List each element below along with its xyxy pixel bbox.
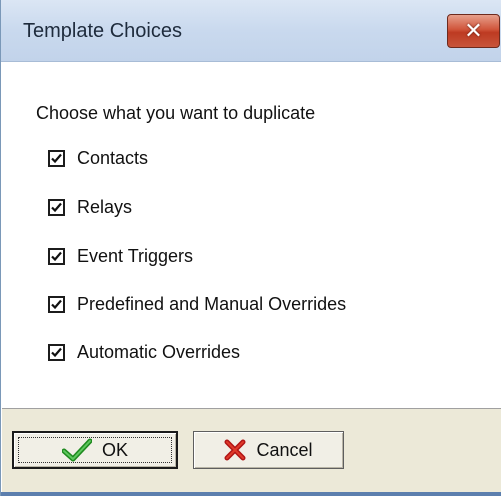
event-triggers-checkbox[interactable]	[48, 247, 65, 265]
option-contacts[interactable]: Contacts	[48, 147, 148, 169]
focus-rectangle	[18, 437, 172, 463]
automatic-overrides-label: Automatic Overrides	[77, 341, 241, 362]
checkmark-icon	[51, 299, 62, 309]
option-event-triggers[interactable]: Event Triggers	[48, 245, 193, 267]
cancel-button[interactable]: Cancel	[193, 431, 344, 469]
relays-checkbox[interactable]	[48, 198, 65, 216]
contacts-checkbox[interactable]	[48, 149, 65, 167]
automatic-overrides-checkbox[interactable]	[48, 343, 65, 361]
red-x-icon	[224, 439, 246, 461]
option-relays[interactable]: Relays	[48, 196, 132, 218]
option-automatic-overrides[interactable]: Automatic Overrides	[48, 341, 240, 363]
cancel-label: Cancel	[256, 439, 313, 460]
close-icon: ✕	[464, 18, 483, 44]
ok-button[interactable]: OK	[12, 431, 178, 469]
button-bar: OK Cancel	[2, 409, 501, 496]
template-choices-dialog: Template Choices ✕ Choose what you want …	[0, 0, 501, 496]
checkmark-icon	[51, 347, 62, 357]
dialog-content: Choose what you want to duplicate Contac…	[2, 62, 501, 408]
option-predefined-manual-overrides[interactable]: Predefined and Manual Overrides	[48, 293, 346, 315]
predefined-manual-overrides-label: Predefined and Manual Overrides	[77, 293, 347, 314]
checkmark-icon	[51, 202, 62, 212]
close-button[interactable]: ✕	[447, 14, 500, 48]
relays-label: Relays	[77, 196, 133, 217]
window-bottom-border	[1, 492, 501, 496]
checkmark-icon	[51, 153, 62, 163]
predefined-manual-overrides-checkbox[interactable]	[48, 295, 65, 313]
window-title: Template Choices	[23, 20, 182, 42]
checkmark-icon	[51, 251, 62, 261]
contacts-label: Contacts	[77, 147, 149, 168]
event-triggers-label: Event Triggers	[77, 245, 194, 266]
title-bar: Template Choices ✕	[1, 0, 501, 62]
instruction-text: Choose what you want to duplicate	[36, 103, 316, 123]
